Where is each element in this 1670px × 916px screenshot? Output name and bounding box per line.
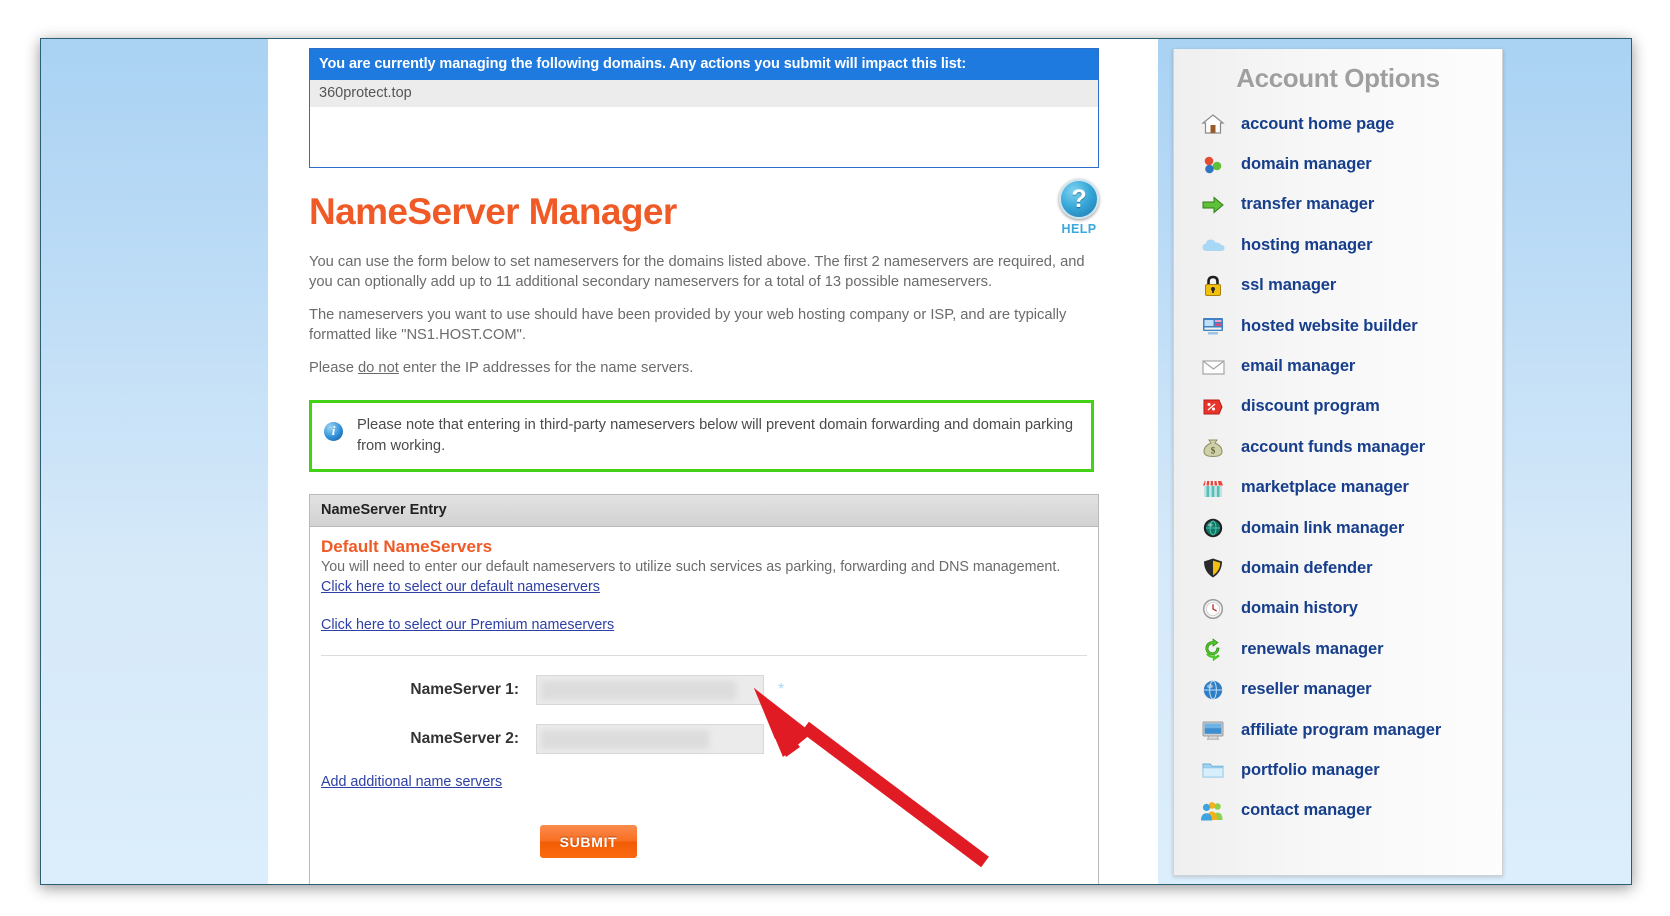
managed-domains-header: You are currently managing the following…	[310, 49, 1098, 80]
sidebar-item-portfolio-manager[interactable]: portfolio manager	[1174, 750, 1502, 790]
sidebar-item-domain-link-manager[interactable]: domain link manager	[1174, 508, 1502, 548]
sidebar-item-label: transfer manager	[1241, 195, 1375, 214]
sidebar-item-label: ssl manager	[1241, 276, 1337, 295]
home-icon	[1200, 111, 1226, 137]
submit-button[interactable]: SUBMIT	[540, 825, 637, 858]
nameserver-2-row: NameServer 2: *	[321, 724, 1087, 754]
nameserver-1-row: NameServer 1: *	[321, 675, 1087, 705]
intro-paragraph-1: You can use the form below to set namese…	[309, 254, 1085, 290]
people-icon	[1200, 798, 1226, 824]
form-divider	[321, 655, 1087, 656]
select-premium-nameservers-link[interactable]: Click here to select our Premium nameser…	[321, 617, 614, 633]
sidebar-item-label: portfolio manager	[1241, 760, 1380, 779]
refresh-icon	[1200, 636, 1226, 662]
title-row: NameServer Manager ? HELP	[309, 179, 1119, 250]
sidebar-item-label: renewals manager	[1241, 639, 1384, 658]
nameserver-2-label: NameServer 2:	[410, 730, 519, 747]
intro-paragraph-2: The nameservers you want to use should h…	[309, 307, 1067, 343]
sidebar-item-label: contact manager	[1241, 801, 1372, 820]
nameserver-entry-header: NameServer Entry	[310, 495, 1098, 527]
info-icon: i	[324, 422, 343, 441]
sidebar-item-hosting-manager[interactable]: hosting manager	[1174, 225, 1502, 265]
ip-note-suffix: enter the IP addresses for the name serv…	[398, 360, 694, 376]
sidebar-item-domain-manager[interactable]: domain manager	[1174, 144, 1502, 184]
nameserver-2-input[interactable]	[536, 724, 764, 754]
globe-blue-icon	[1200, 677, 1226, 703]
sidebar-item-contact-manager[interactable]: contact manager	[1174, 791, 1502, 831]
cloud-icon	[1200, 232, 1226, 258]
sidebar-item-label: domain manager	[1241, 155, 1372, 174]
sidebar-item-label: domain defender	[1241, 558, 1373, 577]
price-tag-icon	[1200, 394, 1226, 420]
sidebar-item-reseller-manager[interactable]: reseller manager	[1174, 669, 1502, 709]
sidebar-title: Account Options	[1236, 63, 1440, 93]
add-additional-nameservers-link[interactable]: Add additional name servers	[321, 774, 502, 790]
sidebar-item-label: domain history	[1241, 599, 1358, 618]
sidebar-item-account-home-page[interactable]: account home page	[1174, 104, 1502, 144]
main-content-column: You are currently managing the following…	[268, 39, 1158, 884]
help-block[interactable]: ? HELP	[1051, 179, 1107, 236]
nameserver-1-input[interactable]	[536, 675, 764, 705]
domain-list-item: 360protect.top	[310, 80, 1098, 107]
page-title: NameServer Manager	[309, 191, 677, 232]
default-nameservers-title: Default NameServers	[321, 537, 493, 556]
sidebar-item-label: domain link manager	[1241, 518, 1405, 537]
sidebar-item-label: affiliate program manager	[1241, 720, 1442, 739]
sidebar-item-ssl-manager[interactable]: ssl manager	[1174, 266, 1502, 306]
help-label[interactable]: HELP	[1051, 222, 1107, 236]
redacted-value	[541, 681, 736, 700]
nameserver-1-required-marker: *	[778, 681, 785, 698]
page-frame: You are currently managing the following…	[40, 38, 1632, 885]
third-party-notice: i Please note that entering in third-par…	[309, 400, 1094, 472]
question-mark-icon[interactable]: ?	[1059, 179, 1099, 219]
sidebar-item-label: marketplace manager	[1241, 478, 1409, 497]
globe-dark-icon	[1200, 515, 1226, 541]
ip-note-emphasis: do not	[358, 360, 399, 376]
sidebar-item-account-funds-manager[interactable]: $ account funds manager	[1174, 427, 1502, 467]
sidebar-item-renewals-manager[interactable]: renewals manager	[1174, 629, 1502, 669]
select-default-nameservers-link[interactable]: Click here to select our default nameser…	[321, 579, 600, 595]
lock-icon	[1200, 273, 1226, 299]
money-bag-icon: $	[1200, 434, 1226, 460]
green-arrow-icon	[1200, 192, 1226, 218]
storefront-icon	[1200, 475, 1226, 501]
sidebar-item-affiliate-program-manager[interactable]: affiliate program manager	[1174, 710, 1502, 750]
sidebar-item-label: reseller manager	[1241, 680, 1372, 699]
redacted-value	[541, 730, 709, 749]
domain-nodes-icon	[1200, 152, 1226, 178]
svg-text:$: $	[1211, 446, 1216, 456]
monitor-icon	[1200, 717, 1226, 743]
nameserver-1-label: NameServer 1:	[410, 681, 519, 698]
ip-note-paragraph: Please do not enter the IP addresses for…	[309, 358, 1099, 378]
sidebar-item-domain-history[interactable]: domain history	[1174, 589, 1502, 629]
submit-row: SUBMIT	[321, 825, 1087, 884]
sidebar-item-marketplace-manager[interactable]: marketplace manager	[1174, 468, 1502, 508]
default-nameservers-description: You will need to enter our default names…	[321, 559, 1061, 575]
sidebar-item-email-manager[interactable]: email manager	[1174, 346, 1502, 386]
sidebar-item-label: account home page	[1241, 114, 1395, 133]
screenshot-root: You are currently managing the following…	[0, 0, 1670, 916]
ip-note-prefix: Please	[309, 360, 358, 376]
managed-domains-box: You are currently managing the following…	[309, 48, 1099, 168]
managed-domains-list: 360protect.top	[310, 80, 1098, 167]
sidebar-item-transfer-manager[interactable]: transfer manager	[1174, 185, 1502, 225]
notice-text: Please note that entering in third-party…	[357, 417, 1073, 454]
shield-icon	[1200, 555, 1226, 581]
sidebar-item-domain-defender[interactable]: domain defender	[1174, 548, 1502, 588]
sidebar-item-discount-program[interactable]: discount program	[1174, 387, 1502, 427]
sidebar-item-label: discount program	[1241, 397, 1380, 416]
nameserver-2-required-marker: *	[778, 730, 785, 747]
clock-icon	[1200, 596, 1226, 622]
folder-icon	[1200, 757, 1226, 783]
nameserver-entry-panel: NameServer Entry Default NameServers You…	[309, 494, 1099, 884]
envelope-icon	[1200, 354, 1226, 380]
sidebar-item-label: hosting manager	[1241, 235, 1373, 254]
website-builder-icon	[1200, 313, 1226, 339]
sidebar-item-label: email manager	[1241, 357, 1356, 376]
sidebar-item-label: hosted website builder	[1241, 316, 1418, 335]
sidebar-item-hosted-website-builder[interactable]: hosted website builder	[1174, 306, 1502, 346]
account-options-sidebar: Account Options account home page domain…	[1173, 49, 1503, 876]
sidebar-item-label: account funds manager	[1241, 437, 1426, 456]
